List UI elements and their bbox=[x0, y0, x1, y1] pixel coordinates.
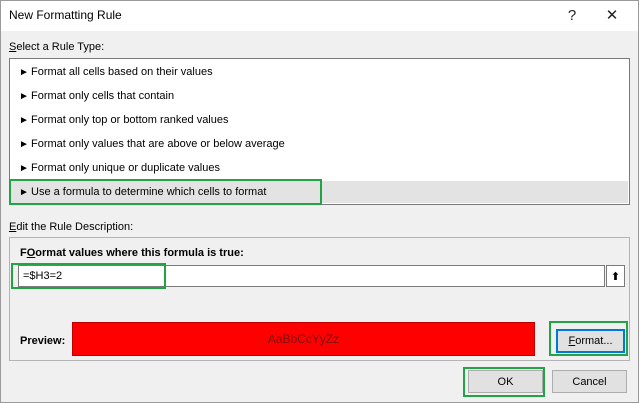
rule-item-label: Format only cells that contain bbox=[31, 90, 175, 102]
select-rule-type-label: Select a Rule Type: bbox=[9, 41, 104, 53]
close-icon: ✕ bbox=[605, 7, 619, 24]
formula-label-text: ormat values where this formula is true: bbox=[35, 247, 244, 259]
close-button[interactable]: ✕ bbox=[599, 4, 625, 26]
formula-label-accel: O bbox=[26, 247, 36, 259]
rule-item-label: Format only values that are above or bel… bbox=[31, 138, 285, 150]
upload-arrow-icon: ⬆ bbox=[610, 270, 621, 283]
formula-label-first: F bbox=[20, 247, 27, 259]
formula-label: FOormat values where this formula is tru… bbox=[20, 247, 244, 259]
rule-item-top-bottom-ranked[interactable]: ► Format only top or bottom ranked value… bbox=[11, 109, 628, 131]
select-rule-type-label-text: elect a Rule Type: bbox=[16, 41, 105, 53]
rule-bullet-icon: ► bbox=[19, 114, 29, 126]
edit-rule-description-label: Edit the Rule Description: bbox=[9, 221, 133, 233]
rule-bullet-icon: ► bbox=[19, 66, 29, 78]
ok-button[interactable]: OK bbox=[468, 370, 543, 393]
rule-item-above-below-average[interactable]: ► Format only values that are above or b… bbox=[11, 133, 628, 155]
rule-item-cells-that-contain[interactable]: ► Format only cells that contain bbox=[11, 85, 628, 107]
rule-bullet-icon: ► bbox=[19, 186, 29, 198]
help-button[interactable]: ? bbox=[559, 4, 585, 26]
rule-bullet-icon: ► bbox=[19, 138, 29, 150]
preview-sample-text: AaBbCcYyZz bbox=[267, 332, 340, 346]
dialog-title: New Formatting Rule bbox=[9, 8, 122, 22]
rule-item-label: Format only top or bottom ranked values bbox=[31, 114, 229, 126]
rule-item-label: Format only unique or duplicate values bbox=[31, 162, 220, 174]
help-icon: ? bbox=[567, 6, 577, 24]
collapse-dialog-button[interactable]: ⬆ bbox=[606, 265, 625, 287]
rule-bullet-icon: ► bbox=[19, 90, 29, 102]
format-button-accel: F bbox=[568, 335, 576, 347]
rule-item-label: Use a formula to determine which cells t… bbox=[31, 186, 267, 198]
rule-item-format-all-cells[interactable]: ► Format all cells based on their values bbox=[11, 61, 628, 83]
cancel-button[interactable]: Cancel bbox=[552, 370, 627, 393]
format-button-label: ormat... bbox=[575, 335, 613, 347]
rule-bullet-icon: ► bbox=[19, 162, 29, 174]
preview-sample: AaBbCcYyZz bbox=[72, 322, 535, 356]
preview-label: Preview: bbox=[20, 335, 66, 347]
new-formatting-rule-dialog: New Formatting Rule ? ✕ Select a Rule Ty… bbox=[0, 0, 639, 403]
rule-item-unique-duplicate[interactable]: ► Format only unique or duplicate values bbox=[11, 157, 628, 179]
format-button[interactable]: Format... bbox=[556, 329, 625, 353]
rule-item-label: Format all cells based on their values bbox=[31, 66, 213, 78]
edit-rule-description-label-text: dit the Rule Description: bbox=[16, 221, 134, 233]
rule-type-list[interactable]: ► Format all cells based on their values… bbox=[9, 58, 630, 205]
title-bar: New Formatting Rule ? ✕ bbox=[1, 1, 638, 31]
rule-description-panel: FOormat values where this formula is tru… bbox=[9, 237, 630, 361]
formula-input[interactable] bbox=[18, 265, 605, 287]
rule-item-use-formula[interactable]: ► Use a formula to determine which cells… bbox=[11, 181, 628, 203]
